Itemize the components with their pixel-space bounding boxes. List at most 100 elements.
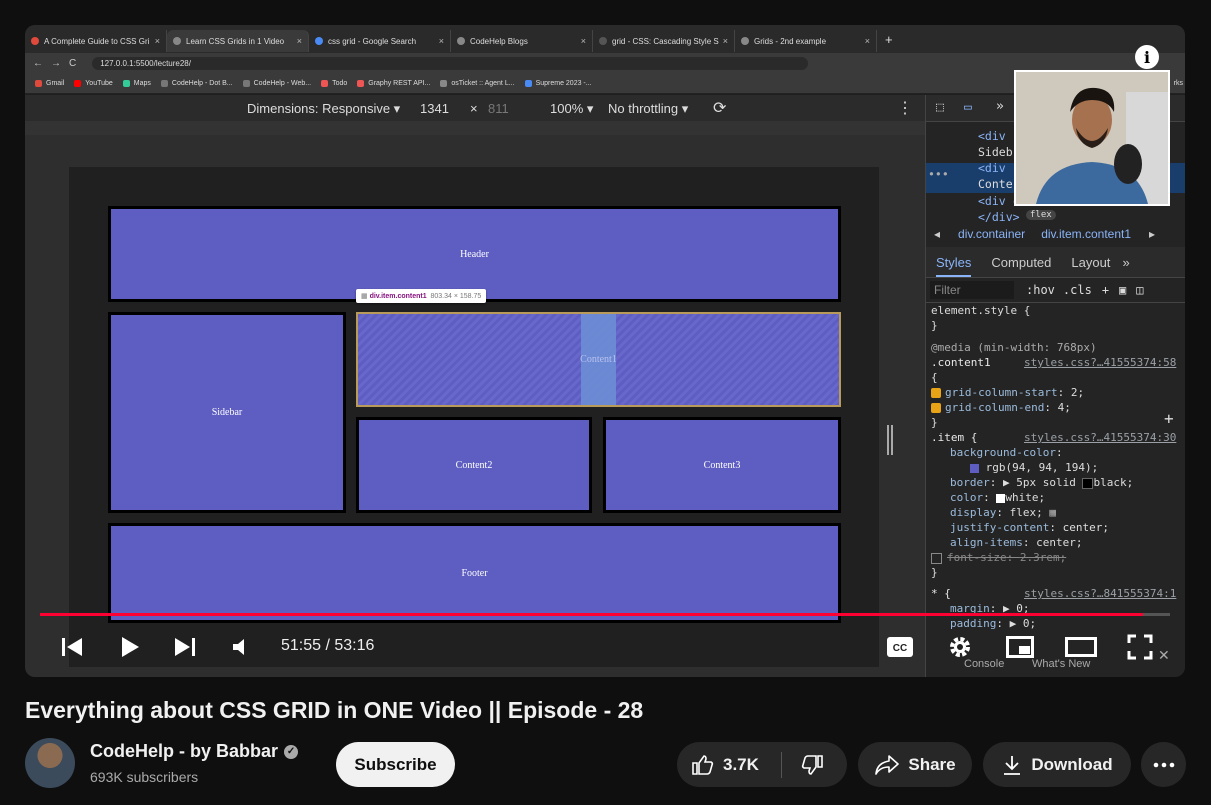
share-button[interactable]: Share: [858, 742, 972, 787]
filter-input[interactable]: Filter: [930, 281, 1014, 299]
close-icon[interactable]: ×: [723, 36, 728, 46]
dislike-button[interactable]: [782, 753, 832, 777]
settings-button[interactable]: [943, 629, 977, 665]
browser-tab[interactable]: css grid - Google Search ×: [309, 30, 451, 52]
more-actions-button[interactable]: [1141, 742, 1186, 787]
bookmark[interactable]: Graphy REST API...: [357, 79, 430, 87]
color-swatch-icon[interactable]: [970, 463, 979, 473]
inspect-icon[interactable]: ⬚: [936, 100, 944, 115]
like-dislike-group: 3.7K: [677, 742, 847, 787]
browser-tab[interactable]: Learn CSS Grids in 1 Video ×: [167, 30, 309, 52]
video-player[interactable]: A Complete Guide to CSS Gri × Learn CSS G…: [25, 25, 1185, 677]
css-declaration[interactable]: color: white;: [950, 491, 1045, 504]
close-icon[interactable]: ×: [439, 36, 444, 46]
new-tab-icon[interactable]: +: [885, 32, 893, 47]
progress-bar[interactable]: [40, 613, 1170, 616]
device-viewport: Header Sidebar Content1 Content2 Content…: [25, 135, 925, 677]
miniplayer-button[interactable]: [1003, 629, 1037, 665]
checkbox-icon[interactable]: [931, 403, 941, 413]
source-link[interactable]: styles.css?…841555374:1: [1024, 587, 1176, 600]
tab-layout[interactable]: Layout: [1071, 255, 1110, 270]
bookmark[interactable]: CodeHelp - Dot B...: [160, 79, 233, 87]
browser-tab[interactable]: Grids - 2nd example ×: [735, 30, 877, 52]
crumb-forward-icon[interactable]: ▸: [1149, 227, 1155, 241]
cls-toggle[interactable]: .cls: [1063, 283, 1092, 297]
css-declaration[interactable]: grid-column-end: 4;: [931, 401, 1071, 414]
checkbox-icon[interactable]: [931, 388, 941, 398]
color-swatch-icon[interactable]: [1082, 477, 1094, 489]
browser-tab[interactable]: CodeHelp Blogs ×: [451, 30, 593, 52]
css-declaration[interactable]: background-color:: [950, 446, 1063, 459]
close-icon[interactable]: ×: [581, 36, 586, 46]
nav-arrows-icon[interactable]: ←→C: [33, 58, 84, 69]
resize-handle[interactable]: [887, 425, 893, 455]
bookmark[interactable]: Gmail: [35, 79, 64, 87]
webcam-overlay: [1014, 70, 1170, 206]
css-declaration[interactable]: font-size: 2.3rem;: [931, 551, 1066, 564]
bookmarks-bar: Gmail YouTube Maps CodeHelp - Dot B... C…: [25, 73, 1185, 94]
css-declaration[interactable]: display: flex; ▦: [950, 506, 1056, 519]
more-dots-icon[interactable]: •••: [928, 167, 949, 181]
grid-content3: Content3: [603, 417, 841, 513]
captions-button[interactable]: CC: [883, 629, 917, 665]
width-input[interactable]: 1341: [420, 101, 449, 116]
close-icon[interactable]: ×: [865, 36, 870, 46]
rotate-icon[interactable]: ⟳: [713, 98, 726, 118]
paint-icon[interactable]: ▣: [1119, 283, 1126, 297]
flex-editor-icon[interactable]: ▦: [1049, 506, 1056, 519]
browser-tab[interactable]: A Complete Guide to CSS Gri ×: [25, 30, 167, 52]
like-button[interactable]: 3.7K: [677, 753, 781, 777]
css-declaration[interactable]: grid-column-start: 2;: [931, 386, 1084, 399]
flex-badge[interactable]: flex: [1026, 210, 1056, 220]
avatar[interactable]: [25, 738, 75, 788]
more-options-icon[interactable]: ⋮: [897, 98, 913, 118]
bookmark[interactable]: YouTube: [74, 79, 113, 87]
throttle-select[interactable]: No throttling ▾: [608, 101, 688, 117]
bookmark[interactable]: CodeHelp - Web...: [242, 79, 311, 87]
drawer-tabs: Console What's New: [926, 658, 1185, 677]
crumb[interactable]: div.container: [958, 227, 1025, 241]
hov-toggle[interactable]: :hov: [1026, 283, 1055, 297]
tab-more[interactable]: »: [1122, 255, 1129, 270]
tab-computed[interactable]: Computed: [991, 255, 1051, 270]
all-bookmarks-label[interactable]: rks: [1174, 80, 1183, 87]
browser-tab[interactable]: grid - CSS: Cascading Style S ×: [593, 30, 735, 52]
download-button[interactable]: Download: [983, 742, 1131, 787]
close-icon[interactable]: ×: [155, 36, 160, 46]
share-icon: [875, 754, 900, 775]
theater-mode-button[interactable]: [1063, 629, 1099, 665]
info-icon[interactable]: i: [1135, 45, 1159, 69]
thumbs-up-icon: [692, 754, 714, 775]
add-style-icon[interactable]: +: [1164, 409, 1174, 428]
css-declaration[interactable]: align-items: center;: [950, 536, 1082, 549]
bookmark[interactable]: osTicket :: Agent L...: [440, 79, 515, 87]
bookmark[interactable]: Todo: [321, 79, 347, 87]
next-button[interactable]: [170, 629, 200, 665]
close-icon[interactable]: ✕: [1158, 647, 1170, 664]
crumb[interactable]: div.item.content1: [1041, 227, 1131, 241]
channel-name[interactable]: CodeHelp - by Babbar ✓: [90, 741, 299, 762]
device-toggle-icon[interactable]: ▭: [964, 100, 972, 115]
checkbox-icon[interactable]: [931, 552, 942, 564]
play-button[interactable]: [115, 629, 145, 665]
tab-styles[interactable]: Styles: [936, 255, 972, 277]
bookmark[interactable]: Maps: [122, 79, 151, 87]
css-declaration[interactable]: border: ▶ 5px solid black;: [950, 476, 1133, 489]
source-link[interactable]: styles.css?…41555374:58: [1024, 356, 1176, 369]
sidebar-toggle-icon[interactable]: ◫: [1136, 283, 1143, 297]
zoom-select[interactable]: 100% ▾: [550, 101, 593, 117]
bookmark[interactable]: Supreme 2023 -...: [524, 79, 592, 87]
mute-button[interactable]: [227, 629, 257, 665]
dimensions-select[interactable]: Dimensions: Responsive ▾: [247, 101, 400, 117]
css-declaration[interactable]: justify-content: center;: [950, 521, 1109, 534]
source-link[interactable]: styles.css?…41555374:30: [1024, 431, 1176, 444]
close-icon[interactable]: ×: [297, 36, 302, 46]
height-input[interactable]: 811: [488, 101, 509, 116]
url-field[interactable]: 127.0.0.1:5500/lecture28/: [92, 56, 809, 70]
previous-button[interactable]: [57, 629, 87, 665]
crumb-back-icon[interactable]: ◂: [934, 227, 940, 241]
more-tabs-icon[interactable]: »: [996, 99, 1004, 114]
add-rule-icon[interactable]: +: [1102, 283, 1109, 297]
subscribe-button[interactable]: Subscribe: [336, 742, 455, 787]
fullscreen-button[interactable]: [1123, 629, 1157, 665]
